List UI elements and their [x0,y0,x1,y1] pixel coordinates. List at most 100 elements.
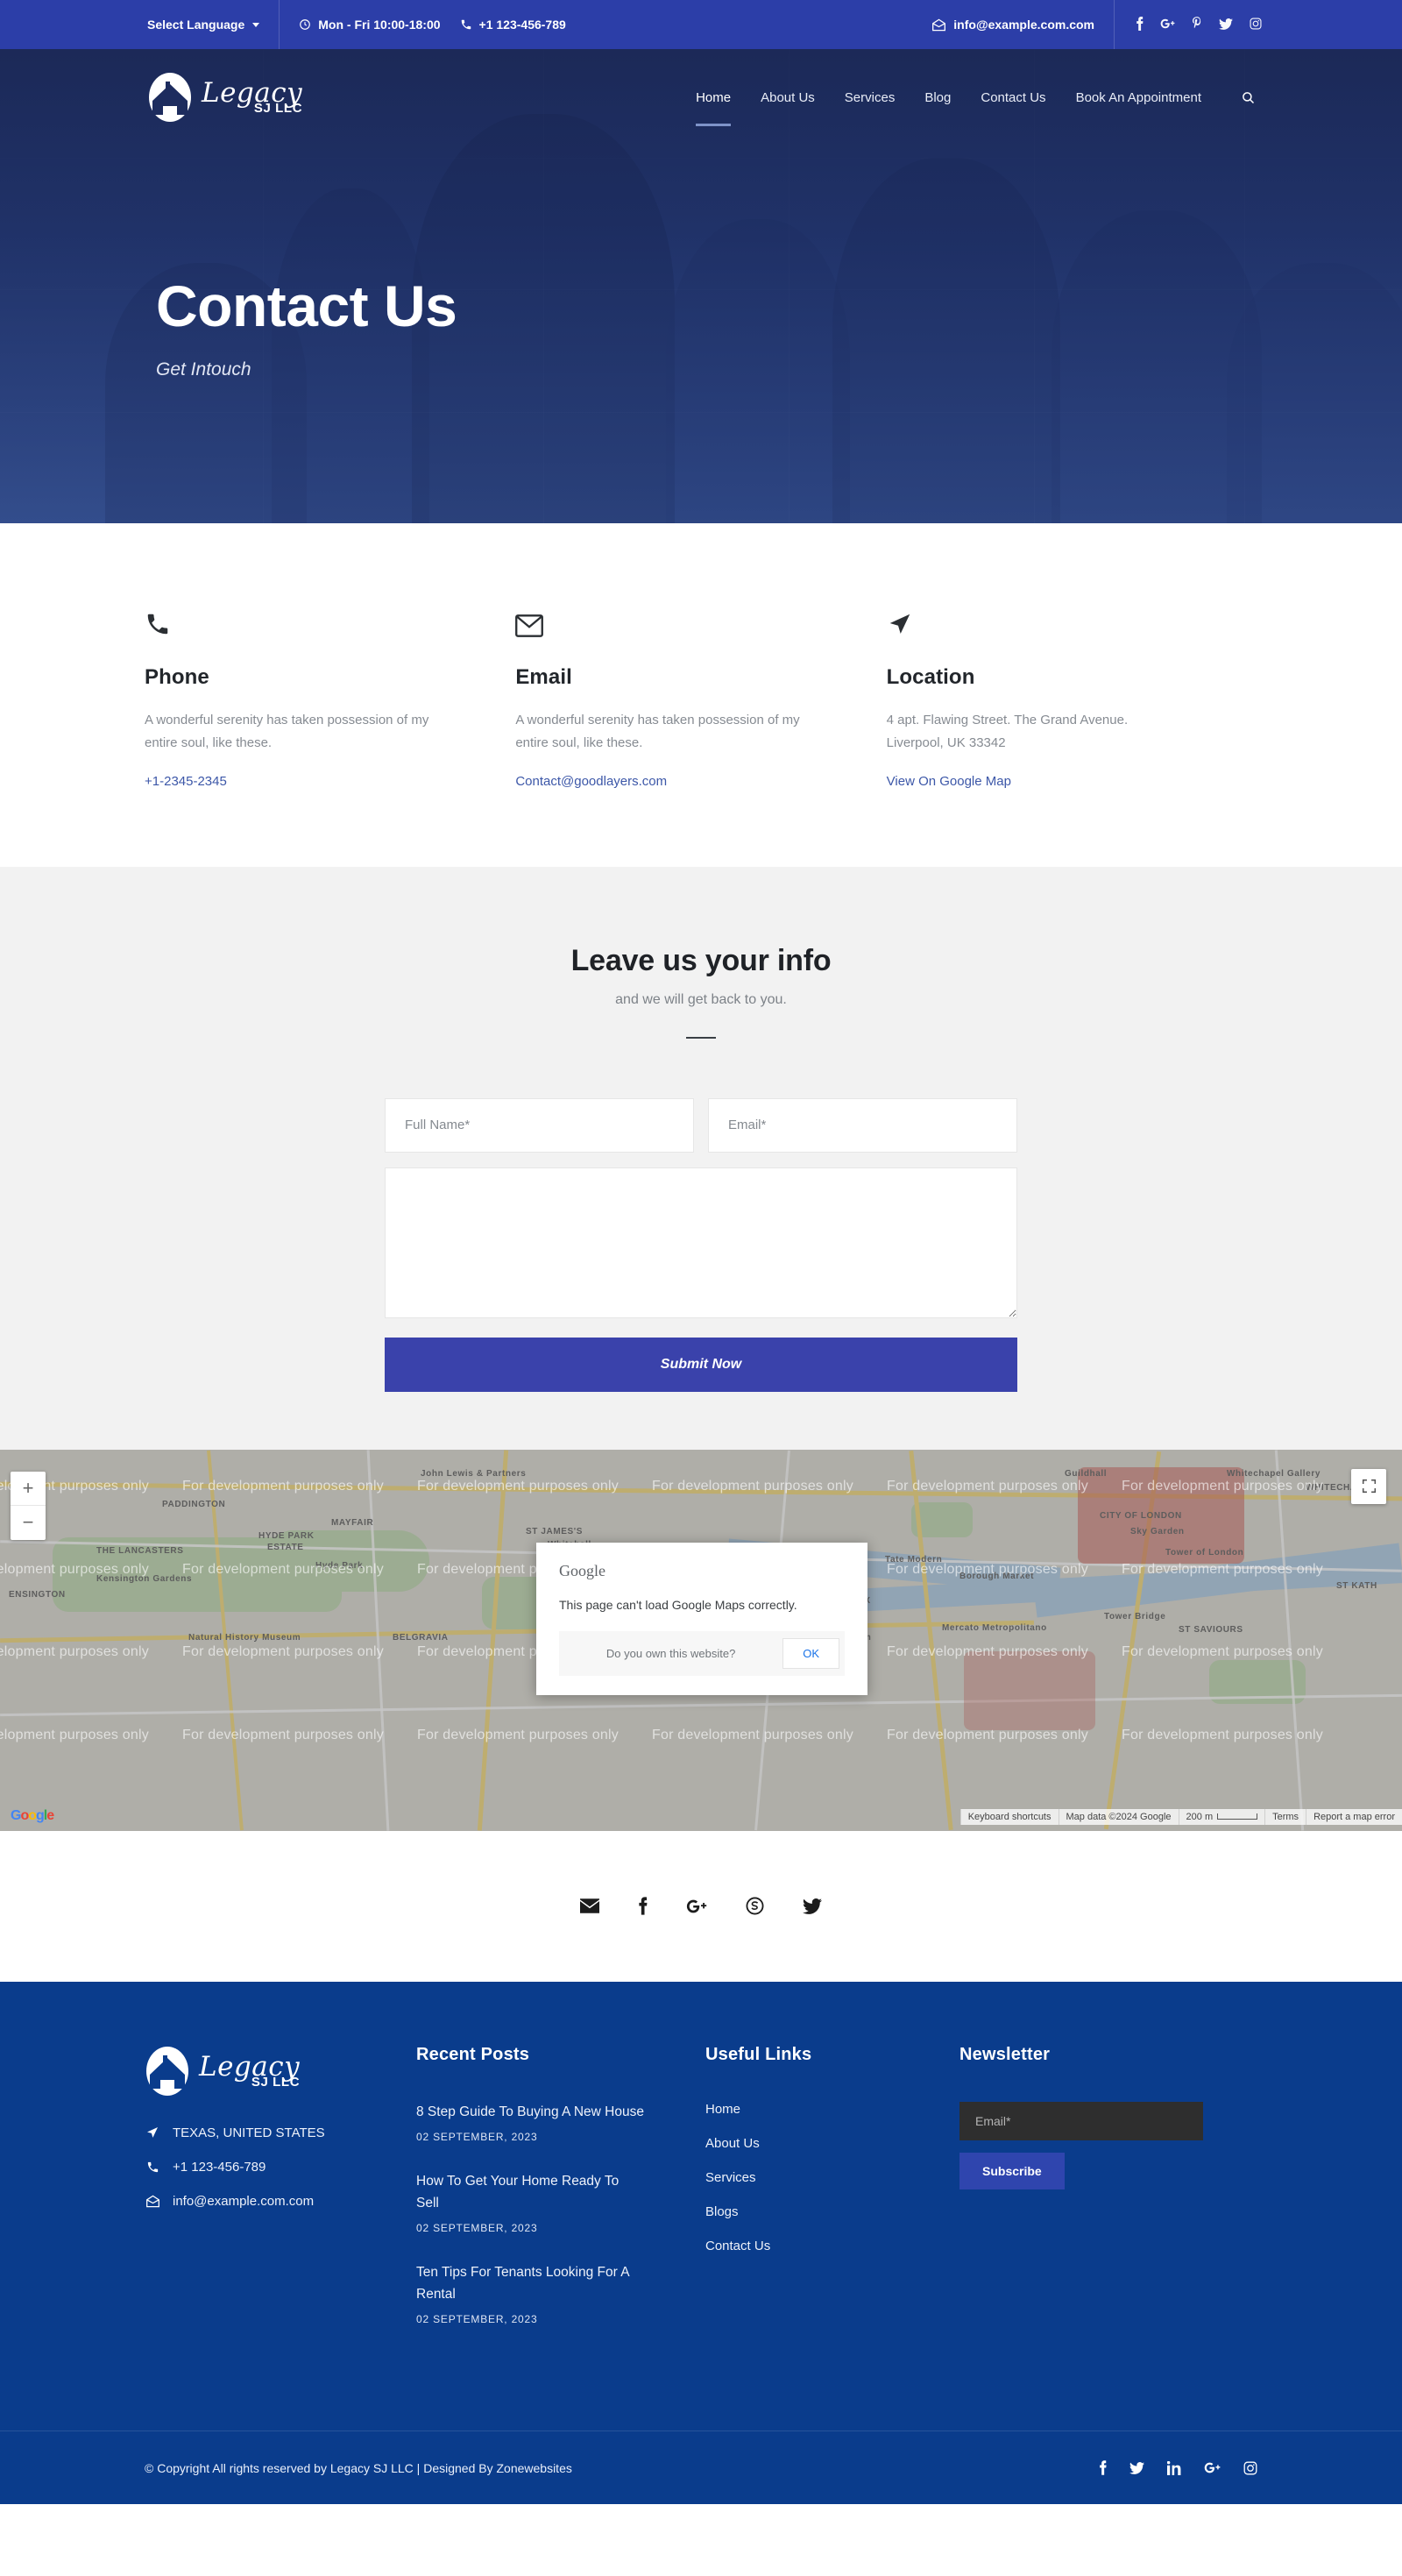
map-label: ST JAMES'S [526,1526,584,1536]
map-watermark: For development purposes only [182,1561,384,1577]
message-textarea[interactable] [385,1167,1017,1318]
facebook-icon[interactable] [638,1897,648,1915]
contact-info-grid: Phone A wonderful serenity has taken pos… [145,597,1257,790]
contact-card-body: A wonderful serenity has taken possessio… [515,713,800,750]
map-data-text: Map data ©2024 Google [1058,1808,1179,1825]
email-cell[interactable]: info@example.com.com [912,0,1114,49]
map-watermark: For development purposes only [1122,1727,1323,1742]
google-plus-icon[interactable] [686,1898,707,1914]
email-input[interactable] [708,1097,1017,1153]
contact-card-body: A wonderful serenity has taken possessio… [145,713,429,750]
google-plus-icon[interactable] [1204,2461,1221,2474]
footer-link-contact-us[interactable]: Contact Us [705,2239,959,2253]
clock-icon [299,18,311,31]
post-title: How To Get Your Home Ready To Sell [416,2174,620,2211]
zoom-out-button[interactable]: − [11,1506,46,1540]
skype-icon[interactable] [746,1897,764,1915]
nav-item-blog[interactable]: Blog [924,85,951,110]
footer-link-about-us[interactable]: About Us [705,2136,959,2151]
map-label: Natural History Museum [188,1632,301,1643]
submit-button[interactable]: Submit Now [385,1337,1017,1392]
map-watermark: For development purposes only [417,1478,619,1494]
twitter-icon[interactable] [1129,2461,1144,2474]
footer-phone-text: +1 123-456-789 [173,2159,266,2175]
footer-useful-links-column: Useful Links Home About Us Services Blog… [705,2045,959,2353]
zoom-in-button[interactable]: + [11,1472,46,1506]
facebook-icon[interactable] [1099,2460,1107,2475]
page-title: Contact Us [156,273,457,338]
map-watermark: For development purposes only [1122,1643,1323,1659]
dialog-title: Google [559,1562,605,1579]
do-you-own-this-website-link[interactable]: Do you own this website? [559,1647,782,1660]
nav-item-contact-us[interactable]: Contact Us [981,85,1045,110]
footer-email[interactable]: info@example.com.com [145,2194,416,2209]
contact-card-link[interactable]: +1-2345-2345 [145,774,227,789]
keyboard-shortcuts-link[interactable]: Keyboard shortcuts [959,1808,1059,1825]
recent-post-item[interactable]: 8 Step Guide To Buying A New House 02 SE… [416,2102,705,2143]
map-label: PADDINGTON [162,1499,226,1509]
search-icon[interactable] [1242,91,1255,104]
twitter-icon[interactable] [1219,18,1233,32]
dialog-ok-button[interactable]: OK [782,1638,839,1669]
house-logo-icon [147,71,196,124]
email-text: info@example.com.com [953,18,1094,32]
map-watermark: For development purposes only [887,1727,1088,1742]
nav-item-home[interactable]: Home [696,85,732,126]
copyright-bar-inner: © Copyright All rights reserved by Legac… [145,2460,1257,2475]
hero-banner: Legacy SJ LLC Home About Us Services Blo… [0,0,1402,523]
phone-cell[interactable]: +1 123-456-789 [460,0,585,49]
navigation-arrow-icon [145,2125,160,2140]
map-label: Whitechapel Gallery [1227,1468,1321,1479]
newsletter-heading: Newsletter [959,2044,1051,2064]
recent-post-item[interactable]: How To Get Your Home Ready To Sell 02 SE… [416,2171,705,2234]
nav-item-services[interactable]: Services [845,85,896,110]
navigation-arrow-icon [887,597,1179,637]
contact-card-location: Location 4 apt. Flawing Street. The Gran… [887,597,1257,790]
google-logo[interactable]: Google [11,1808,54,1824]
recent-post-item[interactable]: Ten Tips For Tenants Looking For A Renta… [416,2262,705,2325]
linkedin-icon[interactable] [1167,2460,1181,2475]
google-plus-icon[interactable] [1160,18,1175,32]
footer-phone[interactable]: +1 123-456-789 [145,2160,416,2175]
twitter-icon[interactable] [803,1898,822,1914]
language-selector[interactable]: Select Language [147,0,280,49]
footer-link-home[interactable]: Home [705,2102,959,2117]
footer-link-services[interactable]: Services [705,2170,959,2185]
instagram-icon[interactable] [1250,18,1262,32]
form-heading: Leave us your info [570,943,832,977]
map-label: ST SAVIOURS [1179,1624,1243,1635]
contact-card-link[interactable]: View On Google Map [887,774,1011,789]
pinterest-icon[interactable] [1192,17,1202,32]
contact-card-link[interactable]: Contact@goodlayers.com [515,774,667,789]
nav-item-about-us[interactable]: About Us [761,85,815,110]
fullscreen-icon[interactable] [1351,1468,1386,1504]
site-logo[interactable]: Legacy SJ LLC [147,71,302,124]
report-map-error-link[interactable]: Report a map error [1306,1808,1402,1825]
social-links-bar [0,1830,1402,1982]
footer-link-blogs[interactable]: Blogs [705,2204,959,2219]
map-watermark: For development purposes only [652,1727,853,1742]
map-label: BELGRAVIA [393,1632,449,1643]
top-bar: Select Language Mon - Fri 10:00-18:00 +1 [0,0,1402,49]
full-name-input[interactable] [385,1097,694,1153]
form-row-name-email [385,1097,1017,1153]
footer-logo[interactable]: Legacy SJ LLC [145,2045,416,2097]
nav-item-book-an-appointment[interactable]: Book An Appointment [1076,85,1201,110]
heading-divider [686,1036,716,1039]
terms-link[interactable]: Terms [1264,1808,1306,1825]
copyright-bar: © Copyright All rights reserved by Legac… [0,2431,1402,2504]
facebook-icon[interactable] [1136,17,1144,32]
contact-card-title: Email [515,665,572,689]
contact-form: Submit Now [385,1097,1017,1392]
instagram-icon[interactable] [1243,2461,1257,2475]
map-zoom-controls: + − [11,1471,46,1540]
map-label: Guildhall [1065,1468,1108,1479]
subscribe-button[interactable]: Subscribe [959,2152,1065,2189]
contact-info-section: Phone A wonderful serenity has taken pos… [0,523,1402,867]
recent-posts-heading: Recent Posts [416,2044,530,2064]
newsletter-email-input[interactable] [959,2101,1203,2140]
post-title: 8 Step Guide To Buying A New House [416,2104,644,2119]
envelope-icon[interactable] [580,1898,599,1913]
envelope-icon [931,18,946,32]
map-label: Tower Bridge [1104,1611,1166,1622]
